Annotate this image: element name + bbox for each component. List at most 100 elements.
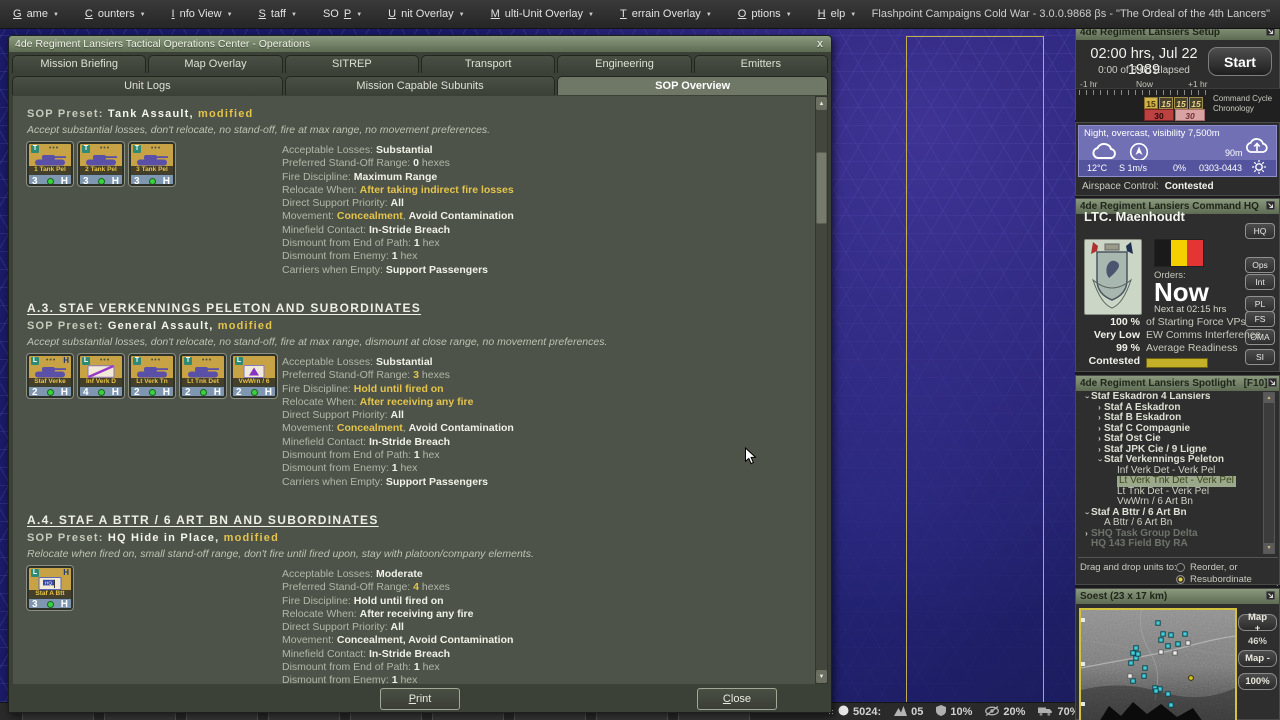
tab-transport[interactable]: Transport [421, 55, 555, 73]
scroll-up-icon[interactable]: ▲ [1264, 393, 1274, 403]
tab-sitrep[interactable]: SITREP [285, 55, 419, 73]
resize-grip[interactable] [1274, 579, 1275, 580]
tab-mission-briefing[interactable]: Mission Briefing [12, 55, 146, 73]
map-zoom-out-button[interactable]: Map - [1238, 650, 1277, 667]
unit-marker-cyan[interactable] [1161, 632, 1165, 636]
menu-terrain-overlay[interactable]: Terrain Overlay ▼ [607, 0, 725, 28]
tree-expander-icon[interactable]: › [1082, 529, 1091, 540]
panel-collapse-icon[interactable] [1266, 201, 1275, 213]
unit-counter[interactable]: T•••Lt Verk Tn2H [129, 354, 175, 398]
menu-help[interactable]: Help ▼ [805, 0, 870, 28]
map-zoom-in-button[interactable]: Map + [1238, 614, 1277, 631]
unit-marker-cyan[interactable] [1131, 679, 1135, 683]
menu-multi-unit-overlay[interactable]: Multi-Unit Overlay ▼ [478, 0, 607, 28]
unit-marker-cyan[interactable] [1159, 638, 1163, 642]
menu-counters[interactable]: Counters ▼ [72, 0, 159, 28]
tree-expander-icon[interactable]: › [1095, 403, 1104, 414]
unit-marker-white[interactable] [1128, 674, 1132, 678]
close-button[interactable]: Close [697, 688, 777, 710]
hq-button-hq[interactable]: HQ [1245, 223, 1275, 239]
unit-counter[interactable]: T•••2 Tank Pel3H [78, 142, 124, 186]
reorder-radio[interactable] [1176, 563, 1185, 572]
menu-staff[interactable]: Staff ▼ [246, 0, 310, 28]
tree-expander-icon[interactable]: › [1094, 456, 1105, 465]
tree-item-a-bttr-6-art-bn[interactable]: A Bttr / 6 Art Bn [1078, 518, 1260, 529]
tree-expander-icon[interactable]: › [1081, 508, 1092, 517]
menu-info-view[interactable]: Info View ▼ [159, 0, 246, 28]
tree-expander-icon[interactable]: › [1095, 445, 1104, 456]
minimap-panel-header[interactable]: Soest (23 x 17 km) [1076, 589, 1279, 604]
menu-unit-overlay[interactable]: Unit Overlay ▼ [375, 0, 477, 28]
unit-marker-cyan[interactable] [1166, 644, 1170, 648]
tree-expander-icon[interactable]: › [1095, 413, 1104, 424]
unit-counter[interactable]: T•••Lt Tnk Det2H [180, 354, 226, 398]
unit-marker-cyan[interactable] [1169, 633, 1173, 637]
tab-sop-overview[interactable]: SOP Overview [557, 76, 828, 95]
tab-engineering[interactable]: Engineering [557, 55, 691, 73]
unit-marker-cyan[interactable] [1166, 692, 1170, 696]
tree-item-staf-verkennings-peleton[interactable]: ›Staf Verkennings Peleton [1078, 455, 1260, 466]
tree-expander-icon[interactable]: › [1095, 424, 1104, 435]
unit-counter[interactable]: T•••3 Tank Pel3H [129, 142, 175, 186]
tab-mission-capable-subunits[interactable]: Mission Capable Subunits [285, 76, 556, 95]
tab-unit-logs[interactable]: Unit Logs [12, 76, 283, 95]
unit-marker-cyan[interactable] [1129, 661, 1133, 665]
unit-marker-white[interactable] [1159, 650, 1163, 654]
resubordinate-radio[interactable] [1176, 575, 1185, 584]
panel-collapse-icon[interactable] [1268, 378, 1277, 390]
hq-button-pl[interactable]: PL [1245, 296, 1275, 312]
tree-item-staf-ost-cie[interactable]: ›Staf Ost Cie [1078, 434, 1260, 445]
hq-button-int[interactable]: Int [1245, 274, 1275, 290]
unit-marker-cyan[interactable] [1169, 703, 1173, 707]
tree-item-staf-b-eskadron[interactable]: ›Staf B Eskadron [1078, 413, 1260, 424]
unit-counter[interactable]: T•••1 Tank Pel3H [27, 142, 73, 186]
unit-marker-cyan[interactable] [1183, 632, 1187, 636]
unit-marker-cyan[interactable] [1134, 646, 1138, 650]
tree-item-staf-eskadron-4-lansiers[interactable]: ›Staf Eskadron 4 Lansiers [1078, 392, 1260, 403]
unit-marker-white[interactable] [1173, 651, 1177, 655]
unit-counter[interactable]: L•••Inf Verk D4H [78, 354, 124, 398]
menu-game[interactable]: Game ▼ [0, 0, 72, 28]
panel-collapse-icon[interactable] [1266, 591, 1275, 603]
start-button[interactable]: Start [1208, 47, 1272, 76]
resize-grip[interactable] [826, 707, 827, 708]
spotlight-scrollbar[interactable]: ▲ ▼ [1263, 392, 1275, 554]
scrollbar-thumb[interactable] [816, 152, 827, 224]
unit-counter[interactable]: L•••HStaf Verke2H [27, 354, 73, 398]
dialog-title-bar[interactable]: 4de Regiment Lansiers Tactical Operation… [9, 36, 831, 52]
unit-marker-cyan[interactable] [1142, 674, 1146, 678]
unit-marker-white[interactable] [1186, 641, 1190, 645]
weather-box[interactable]: Night, overcast, visibility 7,500m illum… [1078, 125, 1277, 177]
detail-value: hex [420, 661, 440, 673]
tab-emitters[interactable]: Emitters [694, 55, 828, 73]
tree-item-hq-143-field-bty-ra[interactable]: HQ 143 Field Bty RA [1078, 539, 1260, 550]
tree-item-vwwrn-6-art-bn[interactable]: VwWrn / 6 Art Bn [1078, 497, 1260, 508]
unit-marker-cyan[interactable] [1131, 651, 1135, 655]
unit-counter[interactable]: LVwWrn / 62H [231, 354, 277, 398]
close-icon[interactable]: x [815, 38, 825, 50]
menu-options[interactable]: Options ▼ [725, 0, 805, 28]
unit-marker-cyan[interactable] [1136, 652, 1140, 656]
menu-sop[interactable]: SOP ▼ [310, 0, 375, 28]
scroll-down-icon[interactable]: ▼ [1264, 543, 1274, 553]
tab-map-overlay[interactable]: Map Overlay [148, 55, 282, 73]
scroll-down-icon[interactable]: ▼ [816, 670, 827, 683]
tree-item-lt-verk-tnk-det-verk-pel[interactable]: Lt Verk Tnk Det - Verk Pel [1078, 476, 1260, 487]
unit-marker-cyan[interactable] [1156, 621, 1160, 625]
unit-marker-yellow[interactable] [1189, 676, 1194, 681]
scroll-up-icon[interactable]: ▲ [816, 97, 827, 110]
unit-marker-cyan[interactable] [1143, 666, 1147, 670]
print-button[interactable]: Print [380, 688, 460, 710]
unit-marker-cyan[interactable] [1176, 642, 1180, 646]
hq-button-ops[interactable]: Ops [1245, 257, 1275, 273]
tree-expander-icon[interactable]: › [1095, 434, 1104, 445]
tree-expander-icon[interactable]: › [1081, 393, 1092, 402]
unit-counter[interactable]: LHHQStaf A Btt3H [27, 566, 73, 610]
unit-marker-cyan[interactable] [1154, 689, 1158, 693]
counter-top: LH [29, 568, 71, 578]
map-zoom-full-button[interactable]: 100% [1238, 673, 1277, 690]
spotlight-panel-header[interactable]: 4de Regiment Lansiers Spotlight [F10] [1076, 376, 1279, 391]
detail-label: Relocate When: [282, 396, 360, 408]
dialog-scrollbar[interactable]: ▲ ▼ [815, 96, 828, 684]
minimap[interactable] [1079, 608, 1237, 720]
